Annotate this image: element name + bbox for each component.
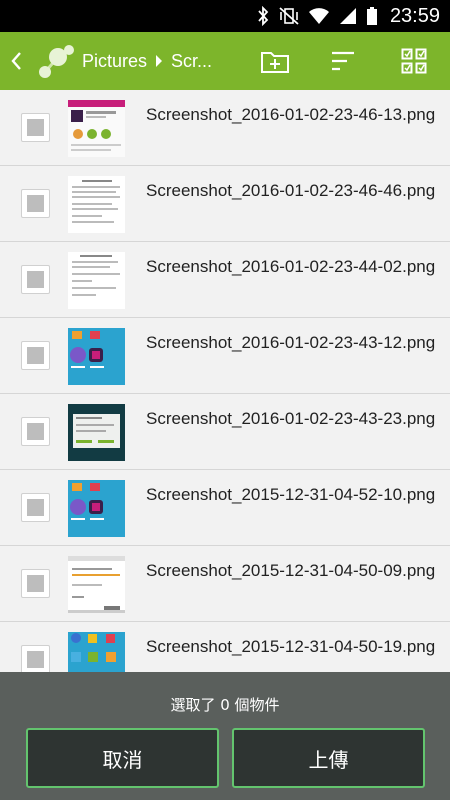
status-bar: 23:59 bbox=[0, 0, 450, 32]
breadcrumb-separator-icon bbox=[147, 55, 171, 67]
back-button[interactable] bbox=[0, 32, 32, 90]
battery-icon bbox=[366, 6, 378, 26]
thumbnail-image bbox=[68, 252, 125, 309]
row-checkbox[interactable] bbox=[21, 493, 50, 522]
list-item[interactable]: Screenshot_2016-01-02-23-44-02.png bbox=[0, 242, 450, 318]
list-item[interactable]: Screenshot_2016-01-02-23-43-12.png bbox=[0, 318, 450, 394]
row-checkbox[interactable] bbox=[21, 189, 50, 218]
file-name: Screenshot_2015-12-31-04-50-19.png bbox=[146, 637, 436, 656]
breadcrumb-current[interactable]: Scr... bbox=[171, 51, 217, 72]
new-folder-button[interactable] bbox=[250, 32, 300, 90]
row-checkbox[interactable] bbox=[21, 569, 50, 598]
file-name: Screenshot_2015-12-31-04-52-10.png bbox=[146, 485, 436, 504]
file-name: Screenshot_2016-01-02-23-43-12.png bbox=[146, 333, 436, 352]
vibrate-mute-icon bbox=[278, 6, 300, 26]
signal-icon bbox=[338, 6, 358, 26]
list-item[interactable]: Screenshot_2015-12-31-04-50-19.png bbox=[0, 622, 450, 672]
list-item[interactable]: Screenshot_2016-01-02-23-46-46.png bbox=[0, 166, 450, 242]
selection-count-text: 選取了 0 個物件 bbox=[170, 696, 280, 714]
upload-button[interactable]: 上傳 bbox=[232, 728, 425, 788]
action-bar: Pictures Scr... bbox=[0, 32, 450, 90]
bluetooth-icon bbox=[256, 6, 270, 26]
row-checkbox[interactable] bbox=[21, 265, 50, 294]
breadcrumb-pictures[interactable]: Pictures bbox=[82, 51, 147, 72]
file-name: Screenshot_2016-01-02-23-46-46.png bbox=[146, 181, 436, 200]
clock: 23:59 bbox=[389, 4, 440, 27]
thumbnail-image bbox=[68, 404, 125, 461]
file-name: Screenshot_2016-01-02-23-46-13.png bbox=[146, 105, 436, 124]
select-all-icon bbox=[401, 48, 427, 74]
sort-button[interactable] bbox=[318, 32, 368, 90]
file-list[interactable]: Screenshot_2016-01-02-23-46-13.png Scree… bbox=[0, 90, 450, 672]
row-checkbox[interactable] bbox=[21, 341, 50, 370]
thumbnail-image bbox=[68, 556, 125, 613]
selection-panel: 選取了 0 個物件 取消 上傳 bbox=[0, 672, 450, 800]
row-checkbox[interactable] bbox=[21, 113, 50, 142]
file-name: Screenshot_2016-01-02-23-44-02.png bbox=[146, 257, 436, 276]
wifi-icon bbox=[308, 6, 330, 26]
file-name: Screenshot_2016-01-02-23-43-23.png bbox=[146, 409, 436, 428]
row-checkbox[interactable] bbox=[21, 645, 50, 672]
thumbnail-image bbox=[68, 480, 125, 537]
thumbnail-image bbox=[68, 328, 125, 385]
thumbnail-image bbox=[68, 632, 125, 672]
sort-icon bbox=[332, 51, 354, 71]
list-item[interactable]: Screenshot_2015-12-31-04-52-10.png bbox=[0, 470, 450, 546]
list-item[interactable]: Screenshot_2016-01-02-23-43-23.png bbox=[0, 394, 450, 470]
thumbnail-image bbox=[68, 176, 125, 233]
list-item[interactable]: Screenshot_2016-01-02-23-46-13.png bbox=[0, 90, 450, 166]
cancel-button[interactable]: 取消 bbox=[26, 728, 219, 788]
thumbnail-image bbox=[68, 100, 125, 157]
app-logo-icon[interactable] bbox=[32, 38, 78, 84]
new-folder-icon bbox=[261, 52, 289, 73]
select-all-button[interactable] bbox=[389, 32, 439, 90]
file-name: Screenshot_2015-12-31-04-50-09.png bbox=[146, 561, 436, 580]
row-checkbox[interactable] bbox=[21, 417, 50, 446]
list-item[interactable]: Screenshot_2015-12-31-04-50-09.png bbox=[0, 546, 450, 622]
back-icon bbox=[11, 52, 21, 70]
